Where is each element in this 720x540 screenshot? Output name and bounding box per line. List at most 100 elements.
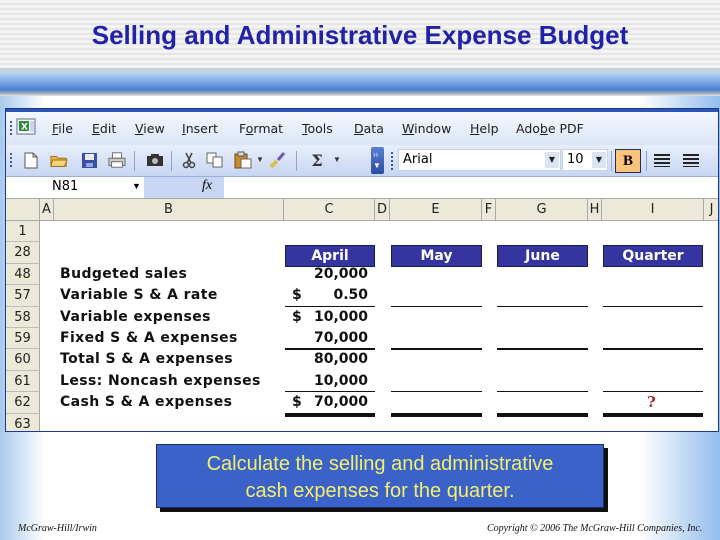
row-header-62[interactable]: 62	[6, 392, 40, 414]
toolbar-separator	[646, 151, 647, 171]
double-underline-rule	[603, 412, 703, 417]
month-header-may: May	[391, 245, 482, 268]
underline-rule	[285, 305, 375, 307]
slide-title: Selling and Administrative Expense Budge…	[91, 20, 629, 50]
menu-help[interactable]: Help	[470, 121, 499, 136]
line-item-label: Total S & A expenses	[60, 351, 234, 368]
menu-data[interactable]: Data	[354, 121, 384, 136]
column-header-d[interactable]: D	[375, 199, 390, 221]
name-box[interactable]: N81	[6, 177, 144, 198]
toolbar-separator	[296, 151, 297, 171]
menu-file[interactable]: File	[52, 121, 73, 136]
menu-grip[interactable]	[10, 121, 12, 135]
dollar-sign: $	[292, 287, 302, 304]
april-value[interactable]: 70,000	[284, 330, 368, 346]
underline-rule	[603, 391, 703, 393]
name-box-dropdown-icon[interactable]: ▼	[132, 181, 141, 191]
row-header-58[interactable]: 58	[6, 306, 40, 328]
column-header-a[interactable]: A	[40, 199, 54, 221]
line-item-label: Cash S & A expenses	[60, 394, 233, 411]
line-item-label: Variable S & A rate	[60, 287, 218, 304]
format-painter-icon[interactable]	[268, 151, 286, 169]
name-box-value: N81	[52, 179, 79, 194]
autosum-icon[interactable]: Σ	[308, 151, 326, 170]
underline-rule	[391, 391, 482, 393]
font-size-value: 10	[567, 152, 584, 167]
copy-icon[interactable]	[206, 151, 224, 169]
underline-rule	[497, 348, 588, 351]
month-header-quarter: Quarter	[603, 245, 703, 268]
month-header-april: April	[285, 245, 375, 268]
column-header-g[interactable]: G	[496, 199, 588, 221]
column-header-b[interactable]: B	[54, 199, 284, 221]
column-header-j[interactable]: J	[704, 199, 718, 221]
row-header-63[interactable]: 63	[6, 413, 40, 431]
save-icon[interactable]	[80, 151, 98, 169]
toolbar-separator	[611, 151, 612, 171]
toolbar-options-button[interactable]: ›› ▼	[371, 147, 384, 174]
underline-rule	[285, 391, 375, 393]
callout-line-1: Calculate the selling and administrative	[206, 453, 554, 475]
paste-icon[interactable]	[234, 151, 252, 169]
dollar-sign: $	[292, 308, 302, 325]
formula-input[interactable]	[224, 177, 718, 198]
menu-window[interactable]: Window	[402, 121, 451, 136]
double-underline-rule	[285, 412, 375, 417]
column-header-c[interactable]: C	[284, 199, 375, 221]
font-size-select[interactable]: 10 ▼	[562, 149, 608, 171]
chevron-down-icon[interactable]: ▼	[545, 152, 559, 168]
menu-format[interactable]: Format	[239, 121, 283, 136]
april-value[interactable]: 80,000	[284, 351, 368, 367]
footer-copyright: Copyright © 2006 The McGraw-Hill Compani…	[487, 523, 703, 534]
align-left-icon[interactable]	[654, 154, 670, 167]
excel-app-icon[interactable]: X	[15, 117, 39, 137]
menu-edit[interactable]: Edit	[92, 121, 116, 136]
toolbar-separator	[134, 151, 135, 171]
open-icon[interactable]	[50, 151, 68, 169]
paste-dropdown-icon[interactable]: ▼	[256, 155, 264, 164]
line-item-label: Less: Noncash expenses	[60, 372, 261, 389]
menu-adobe-pdf[interactable]: Adobe PDF	[516, 121, 584, 136]
menu-insert[interactable]: Insert	[182, 121, 218, 136]
standard-toolbar: ▼ Σ ▼ ›› ▼ Arial ▼ 10 ▼ B	[6, 145, 718, 177]
double-underline-rule	[497, 412, 588, 417]
line-item-label: Variable expenses	[60, 308, 211, 325]
title-stripe	[0, 68, 720, 96]
instruction-callout: Calculate the selling and administrative…	[156, 444, 604, 508]
autosum-dropdown-icon[interactable]: ▼	[333, 155, 341, 164]
cut-icon[interactable]	[180, 151, 198, 169]
menu-tools[interactable]: Tools	[302, 121, 333, 136]
row-header-61[interactable]: 61	[6, 370, 40, 393]
column-header-f[interactable]: F	[482, 199, 496, 221]
bold-button[interactable]: B	[615, 149, 641, 173]
row-header-60[interactable]: 60	[6, 349, 40, 371]
menu-bar: X File Edit View Insert Format Tools Data Windo…	[6, 109, 718, 145]
row-header-48[interactable]: 48	[6, 263, 40, 286]
toolbar-grip[interactable]	[10, 153, 12, 169]
underline-rule	[603, 348, 703, 351]
formatting-toolbar-grip[interactable]	[391, 152, 393, 170]
quarter-cash-question-mark: ?	[647, 393, 656, 412]
column-header-i[interactable]: I	[602, 199, 704, 221]
new-icon[interactable]	[22, 151, 40, 169]
font-name-select[interactable]: Arial ▼	[398, 149, 561, 171]
april-value[interactable]: 20,000	[284, 266, 368, 282]
align-center-icon[interactable]	[683, 154, 699, 167]
row-header-28[interactable]: 28	[6, 242, 40, 264]
select-all-corner[interactable]	[6, 199, 40, 221]
underline-rule	[603, 305, 703, 307]
april-value[interactable]: 10,000	[284, 373, 368, 389]
row-header-1[interactable]: 1	[6, 221, 40, 243]
column-headers: A B C D E F G H I J	[6, 199, 718, 221]
column-header-e[interactable]: E	[390, 199, 482, 221]
menu-view[interactable]: View	[135, 121, 165, 136]
dollar-sign: $	[292, 394, 302, 411]
callout-line-2: cash expenses for the quarter.	[245, 480, 515, 502]
chevron-down-icon[interactable]: ▼	[592, 152, 606, 168]
print-preview-icon[interactable]	[108, 151, 126, 169]
row-header-59[interactable]: 59	[6, 328, 40, 350]
insert-function-icon[interactable]: fx	[202, 178, 212, 194]
column-header-h[interactable]: H	[588, 199, 602, 221]
row-header-57[interactable]: 57	[6, 285, 40, 307]
camera-icon[interactable]	[146, 151, 164, 169]
